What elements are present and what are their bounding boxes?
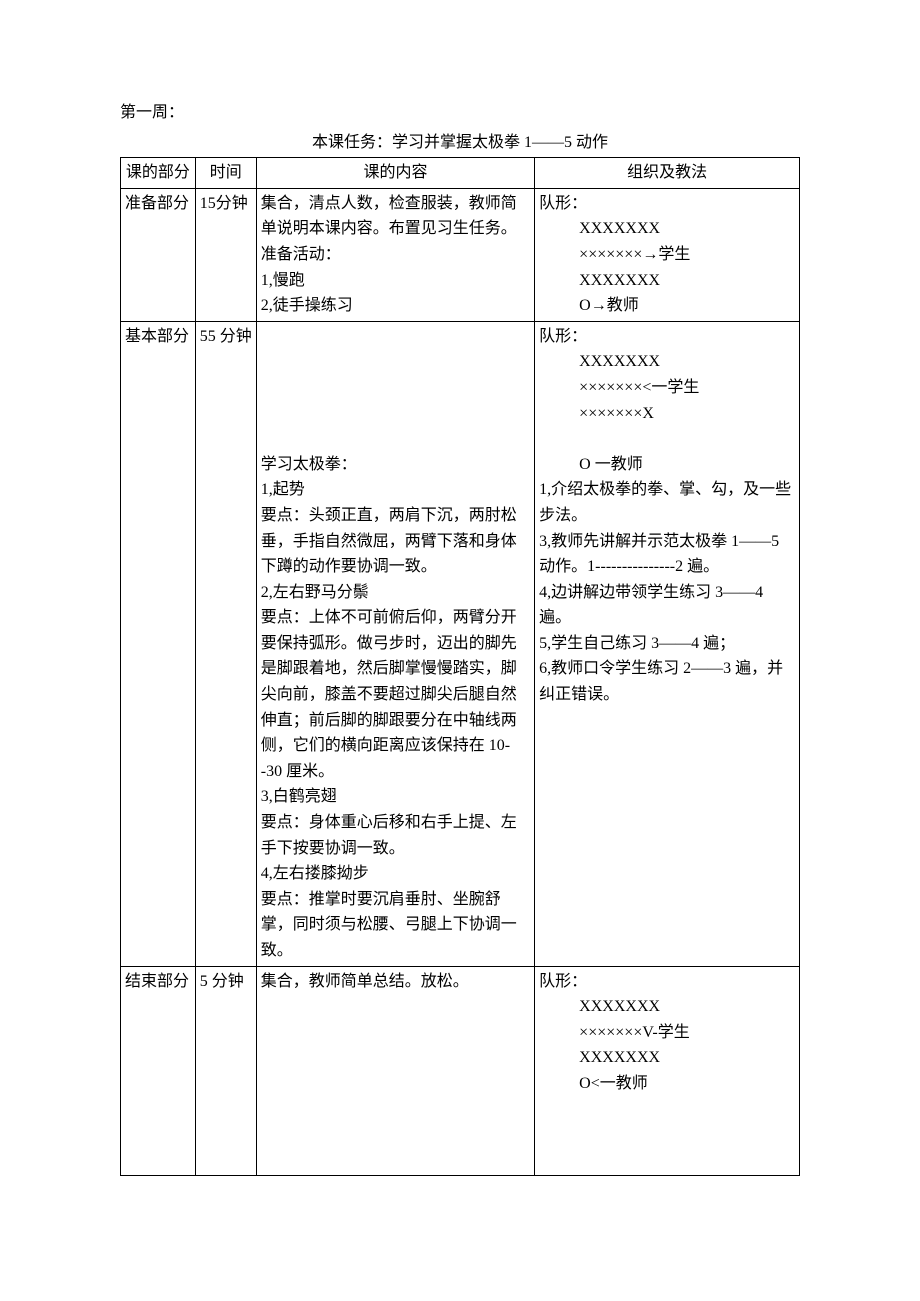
main-part: 基本部分 xyxy=(121,321,196,966)
prep-part: 准备部分 xyxy=(121,188,196,321)
prep-formation: XXXXXXX ×××××××→学生 XXXXXXX O→教师 xyxy=(579,216,795,318)
prep-time: 15分钟 xyxy=(195,188,256,321)
end-content: 集合，教师简单总结。放松。 xyxy=(256,966,534,1176)
table-row: 准备部分 15分钟 集合，清点人数，检查服装，教师简单说明本课内容。布置见习生任… xyxy=(121,188,800,321)
main-content-cell: 学习太极拳： 1,起势 要点：头颈正直，两肩下沉，两肘松垂，手指自然微屈，两臂下… xyxy=(256,321,534,966)
table-row: 结束部分 5 分钟 集合，教师简单总结。放松。 队形： XXXXXXX ××××… xyxy=(121,966,800,1176)
main-content: 学习太极拳： 1,起势 要点：头颈正直，两肩下沉，两肘松垂，手指自然微屈，两臂下… xyxy=(261,456,517,959)
main-org-notes: 1,介绍太极拳的拳、掌、勾，及一些步法。 3,教师先讲解并示范太极拳 1——5 … xyxy=(539,477,795,707)
task-line: 本课任务：学习并掌握太极拳 1——5 动作 xyxy=(120,130,800,156)
table-header-row: 课的部分 时间 课的内容 组织及教法 xyxy=(121,158,800,189)
prep-org: 队形： XXXXXXX ×××××××→学生 XXXXXXX O→教师 xyxy=(535,188,800,321)
end-org: 队形： XXXXXXX ×××××××V-学生 XXXXXXX O<一教师 xyxy=(535,966,800,1176)
week-label: 第一周： xyxy=(120,100,800,126)
end-formation: XXXXXXX ×××××××V-学生 XXXXXXX O<一教师 xyxy=(579,994,795,1096)
header-part: 课的部分 xyxy=(121,158,196,189)
header-org: 组织及教法 xyxy=(535,158,800,189)
main-org-label: 队形： xyxy=(539,328,587,345)
prep-org-label: 队形： xyxy=(539,195,587,212)
prep-content: 集合，清点人数，检查服装，教师简单说明本课内容。布置见习生任务。 准备活动： 1… xyxy=(256,188,534,321)
main-org: 队形： XXXXXXX ×××××××<一学生 ×××××××X O 一教师 1… xyxy=(535,321,800,966)
end-time: 5 分钟 xyxy=(195,966,256,1176)
main-formation: XXXXXXX ×××××××<一学生 ×××××××X O 一教师 xyxy=(579,349,795,477)
header-time: 时间 xyxy=(195,158,256,189)
table-row: 基本部分 55 分钟 学习太极拳： 1,起势 要点：头颈正直，两肩下沉，两肘松垂… xyxy=(121,321,800,966)
end-org-label: 队形： xyxy=(539,973,587,990)
task-text: 学习并掌握太极拳 1——5 动作 xyxy=(392,134,608,151)
main-time: 55 分钟 xyxy=(195,321,256,966)
lesson-table: 课的部分 时间 课的内容 组织及教法 准备部分 15分钟 集合，清点人数，检查服… xyxy=(120,157,800,1176)
header-content: 课的内容 xyxy=(256,158,534,189)
task-prefix: 本课任务： xyxy=(312,134,392,151)
end-part: 结束部分 xyxy=(121,966,196,1176)
